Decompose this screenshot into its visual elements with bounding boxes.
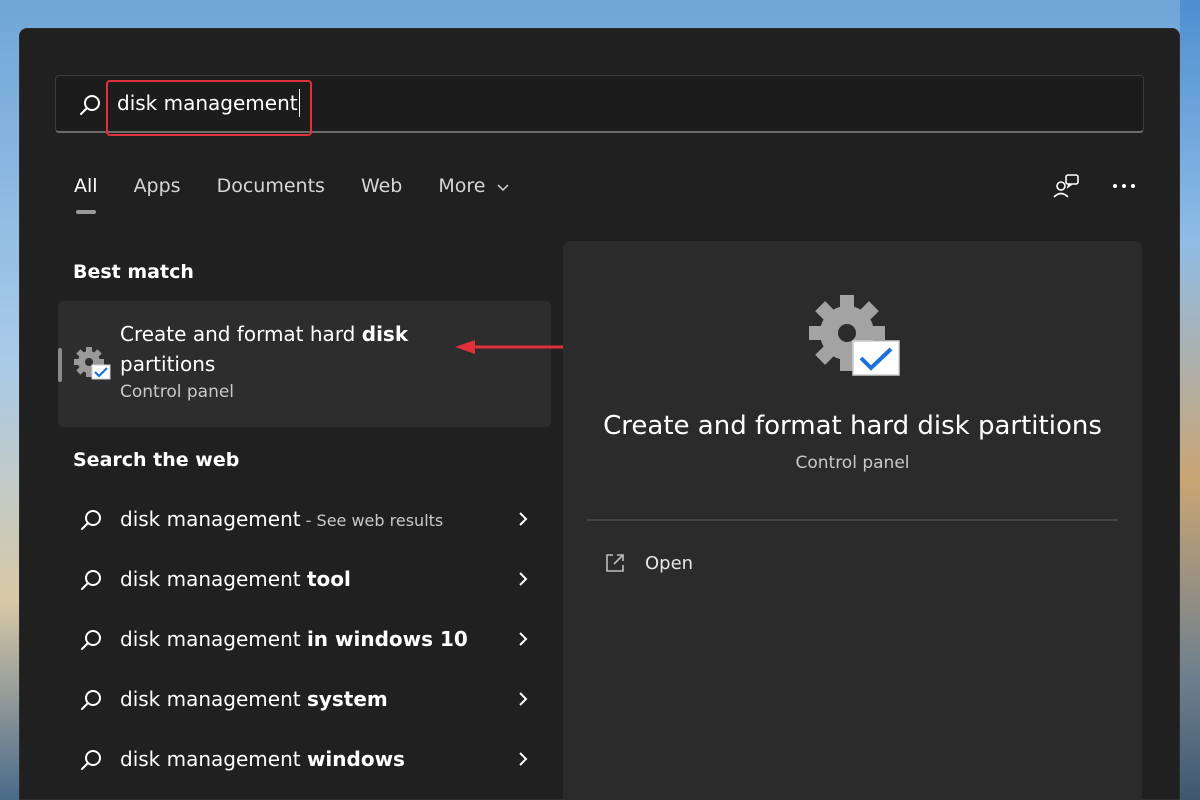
gear-check-icon [809, 295, 900, 376]
selection-accent [58, 348, 62, 382]
open-label: Open [645, 552, 694, 574]
web-result-prefix: disk management [120, 567, 307, 591]
search-icon [81, 630, 101, 650]
tab-apps-label: Apps [133, 175, 181, 197]
search-box[interactable]: disk management [55, 75, 1144, 136]
open-button[interactable]: Open [603, 551, 693, 575]
best-match-heading: Best match [73, 261, 194, 283]
web-result-item[interactable]: disk management tool [58, 549, 551, 609]
best-match-title-prefix: Create and format hard [120, 322, 362, 346]
search-input-value: disk management [117, 91, 298, 115]
search-web-heading: Search the web [73, 449, 240, 471]
chevron-right-icon [519, 632, 528, 646]
tab-documents-label: Documents [216, 175, 325, 197]
annotation-arrow-icon [455, 340, 571, 354]
best-match-title: Create and format hard disk partitions [120, 319, 420, 379]
web-result-label: disk management system [120, 687, 388, 711]
web-result-bold: system [306, 687, 388, 711]
best-match-subtitle: Control panel [120, 382, 235, 402]
web-result-bold: in windows 10 [306, 627, 468, 651]
web-result-item[interactable]: disk management - See web results [58, 489, 551, 549]
web-result-label: disk management in windows 10 [120, 627, 468, 651]
tab-more[interactable]: More [438, 175, 509, 215]
preview-subtitle: Control panel [795, 453, 910, 473]
chevron-right-icon [519, 752, 528, 766]
search-icon [81, 690, 101, 710]
search-icon [81, 750, 101, 770]
people-feedback-icon [1053, 174, 1079, 198]
gear-check-icon [74, 347, 111, 380]
more-options-button[interactable] [1109, 171, 1139, 201]
tab-all-label: All [74, 175, 98, 197]
web-result-item[interactable]: disk management in windows 10 [58, 609, 551, 669]
web-result-label: disk management tool [120, 567, 351, 591]
tab-apps[interactable]: Apps [134, 175, 181, 215]
chevron-right-icon [519, 572, 528, 586]
preview-title: Create and format hard disk partitions [603, 411, 1102, 441]
open-external-icon [606, 554, 624, 572]
more-options-icon [1113, 184, 1135, 188]
web-result-label: disk management - See web results [120, 507, 443, 531]
filter-tabs: All Apps Documents Web More [74, 175, 546, 215]
web-result-prefix: disk management [120, 687, 307, 711]
chevron-right-icon [519, 512, 528, 526]
search-icon [81, 510, 101, 530]
web-result-label: disk management windows [120, 747, 405, 771]
web-results-list: disk management - See web results disk m… [58, 489, 551, 789]
preview-pane: Create and format hard disk partitions C… [563, 241, 1142, 800]
web-result-prefix: disk management [120, 507, 301, 531]
web-result-hint: - See web results [300, 511, 444, 530]
search-input[interactable]: disk management [117, 88, 300, 117]
best-match-result[interactable]: Create and format hard disk partitions C… [58, 301, 571, 427]
header-actions [1051, 171, 1139, 201]
tab-web[interactable]: Web [361, 175, 402, 215]
tab-web-label: Web [360, 175, 403, 197]
web-result-item[interactable]: disk management windows [58, 729, 551, 789]
web-result-bold: windows [306, 747, 405, 771]
divider [587, 519, 1118, 521]
tab-more-label: More [438, 175, 486, 197]
text-caret [298, 88, 300, 117]
desktop-wallpaper [1180, 0, 1200, 800]
web-result-prefix: disk management [120, 747, 307, 771]
chevron-down-icon [497, 183, 509, 191]
tab-documents[interactable]: Documents [217, 175, 325, 215]
search-icon [80, 95, 100, 115]
web-result-bold: tool [306, 567, 351, 591]
tab-all[interactable]: All [74, 175, 98, 215]
best-match-title-suffix: partitions [120, 352, 216, 376]
web-result-prefix: disk management [120, 627, 307, 651]
web-result-item[interactable]: disk management system [58, 669, 551, 729]
best-match-title-bold: disk [361, 322, 409, 346]
chevron-right-icon [519, 692, 528, 706]
people-feedback-button[interactable] [1051, 171, 1081, 201]
start-search-panel: disk management All Apps Documents Web M… [19, 28, 1180, 800]
search-icon [81, 570, 101, 590]
